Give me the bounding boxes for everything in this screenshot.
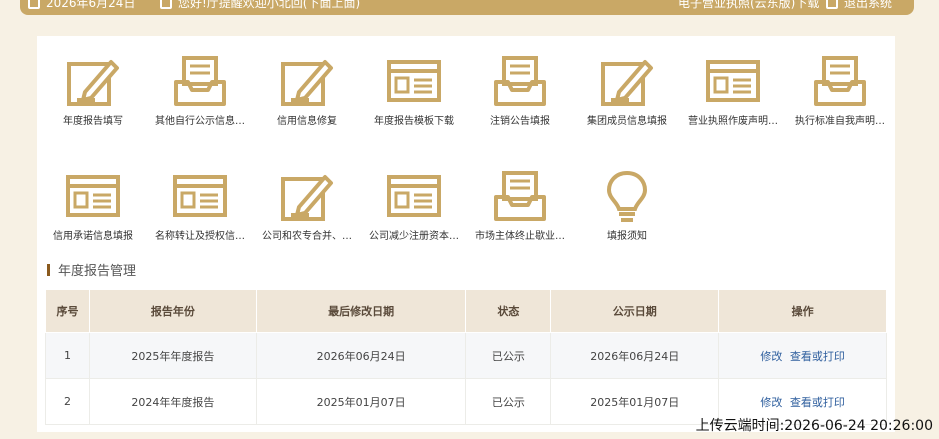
tile-capital-reduction[interactable]: 公司减少注册资本… (361, 151, 467, 251)
view-print-link[interactable]: 查看或打印 (790, 396, 845, 409)
cell-year: 2024年年度报告 (88, 378, 257, 425)
tile-name-transfer[interactable]: 名称转让及授权信… (147, 151, 253, 251)
view-print-link[interactable]: 查看或打印 (790, 350, 845, 363)
annual-report-table: 序号 报告年份 最后修改日期 状态 公示日期 操作 1 2025年年度报告 20… (45, 289, 887, 425)
welcome-item: 您好!厅提醒欢迎小北回(下面上面) (160, 0, 360, 11)
cell-status: 已公示 (465, 332, 552, 379)
cell-actions: 修改 查看或打印 (718, 332, 887, 379)
function-grid: 年度报告填写 其他自行公示信息… 信用信息修复 年度报告模板下载 注销公告填报 … (37, 36, 895, 286)
tile-label: 名称转让及授权信… (155, 231, 245, 242)
section-title: 年度报告管理 (58, 264, 137, 279)
tile-standard-declaration[interactable]: 执行标准自我声明… (787, 36, 893, 136)
notice-icon (160, 0, 172, 9)
upload-timestamp: 上传云端时间:2026-06-24 20:26:00 (695, 418, 933, 434)
license-download-link[interactable]: 电子营业执照(云东版)下载 (678, 0, 819, 11)
tile-template-download[interactable]: 年度报告模板下载 (361, 36, 467, 136)
col-header-no: 序号 (45, 289, 90, 333)
tile-label: 公司和农专合并、… (262, 231, 352, 242)
col-header-modified: 最后修改日期 (255, 289, 467, 333)
tile-license-void[interactable]: 营业执照作废声明… (680, 36, 786, 136)
tile-credit-promise[interactable]: 信用承诺信息填报 (40, 151, 146, 251)
tile-label: 营业执照作废声明… (688, 116, 778, 127)
cell-modified: 2025年01月07日 (255, 378, 467, 425)
tile-annual-report-fill[interactable]: 年度报告填写 (40, 36, 146, 136)
tile-label: 填报须知 (607, 231, 647, 242)
tile-label: 执行标准自我声明… (795, 116, 885, 127)
cell-modified: 2026年06月24日 (255, 332, 467, 379)
section-marker (47, 263, 50, 276)
cell-no: 1 (45, 332, 90, 379)
col-header-actions: 操作 (718, 289, 887, 333)
tile-label: 注销公告填报 (490, 116, 550, 127)
tile-merger[interactable]: 公司和农专合并、… (254, 151, 360, 251)
tile-business-suspension[interactable]: 市场主体终止歇业… (467, 151, 573, 251)
logout-text: 退出系统 (844, 0, 893, 10)
tile-group-member[interactable]: 集团成员信息填报 (574, 36, 680, 136)
download-text: 电子营业执照(云东版)下载 (678, 0, 820, 10)
main-panel: 年度报告填写 其他自行公示信息… 信用信息修复 年度报告模板下载 注销公告填报 … (37, 36, 895, 432)
cell-publish: 2025年01月07日 (550, 378, 720, 425)
tile-filing-notes[interactable]: 填报须知 (574, 151, 680, 251)
top-bar: 2026年6月24日 您好!厅提醒欢迎小北回(下面上面) 电子营业执照(云东版)… (20, 0, 914, 15)
tile-label: 公司减少注册资本… (369, 231, 459, 242)
tile-label: 年度报告填写 (63, 116, 123, 127)
tile-credit-repair[interactable]: 信用信息修复 (254, 36, 360, 136)
cell-no: 2 (45, 378, 90, 425)
table-header-row: 序号 报告年份 最后修改日期 状态 公示日期 操作 (45, 289, 887, 333)
section-header: 年度报告管理 (47, 260, 136, 279)
welcome-text: 您好!厅提醒欢迎小北回(下面上面) (178, 0, 361, 10)
tile-label: 市场主体终止歇业… (475, 231, 565, 242)
tile-label: 信用承诺信息填报 (53, 231, 133, 242)
col-header-status: 状态 (465, 289, 552, 333)
date-item: 2026年6月24日 (28, 0, 135, 11)
tile-other-disclosure[interactable]: 其他自行公示信息… (147, 36, 253, 136)
tile-label: 其他自行公示信息… (155, 116, 245, 127)
tile-label: 集团成员信息填报 (587, 116, 667, 127)
edit-link[interactable]: 修改 (760, 396, 782, 409)
date-text: 2026年6月24日 (46, 0, 136, 10)
col-header-publish: 公示日期 (550, 289, 720, 333)
calendar-icon (28, 0, 40, 9)
logout-button[interactable]: 退出系统 (826, 0, 892, 11)
cell-publish: 2026年06月24日 (550, 332, 720, 379)
col-header-year: 报告年份 (88, 289, 257, 333)
logout-icon (826, 0, 838, 9)
tile-label: 年度报告模板下载 (374, 116, 454, 127)
cell-status: 已公示 (465, 378, 552, 425)
table-row: 1 2025年年度报告 2026年06月24日 已公示 2026年06月24日 … (45, 332, 887, 379)
tile-label: 信用信息修复 (277, 116, 337, 127)
tile-cancel-notice[interactable]: 注销公告填报 (467, 36, 573, 136)
edit-link[interactable]: 修改 (760, 350, 782, 363)
cell-year: 2025年年度报告 (88, 332, 257, 379)
